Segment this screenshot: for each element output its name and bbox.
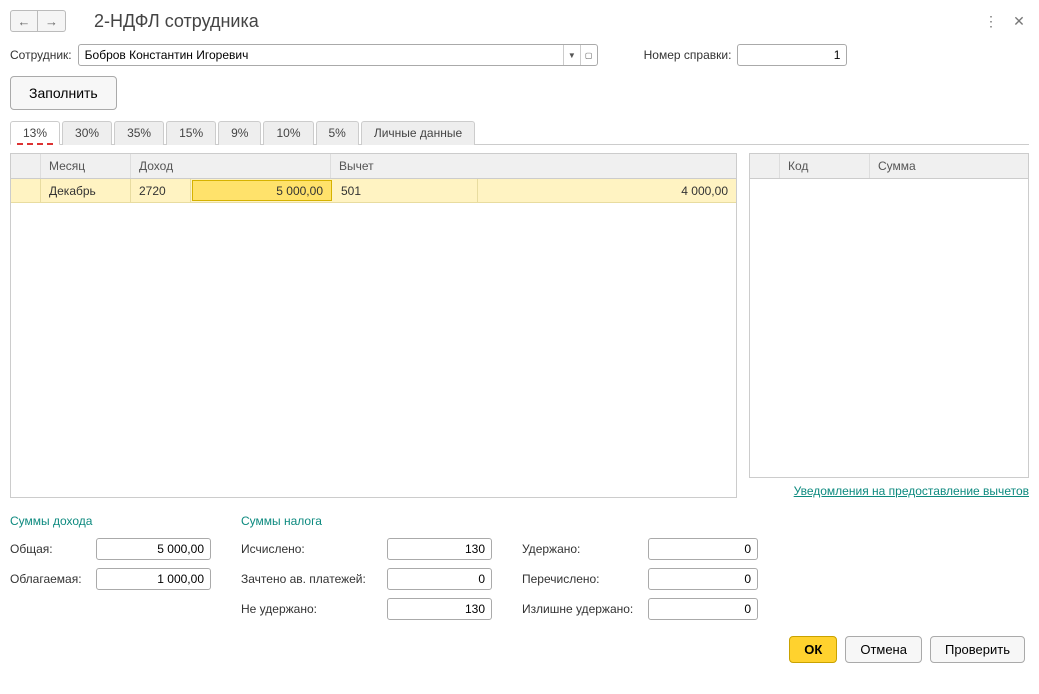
calculated-input[interactable] xyxy=(387,538,492,560)
notifications-link[interactable]: Уведомления на предоставление вычетов xyxy=(749,478,1029,498)
grid-row[interactable]: Декабрь 2720 5 000,00 501 4 000,00 xyxy=(11,179,736,203)
cell-income-amount[interactable]: 5 000,00 xyxy=(192,180,332,201)
not-withheld-label: Не удержано: xyxy=(241,602,381,616)
cell-deduct-amount[interactable]: 4 000,00 xyxy=(478,179,736,202)
income-sums-title: Суммы дохода xyxy=(10,514,211,528)
grid-gutter-header xyxy=(11,154,41,178)
page-title: 2-НДФЛ сотрудника xyxy=(94,11,973,32)
side-gutter-header xyxy=(750,154,780,178)
dropdown-icon[interactable]: ▼ xyxy=(563,45,580,65)
transferred-label: Перечислено: xyxy=(522,572,642,586)
grid-header-month: Месяц xyxy=(41,154,131,178)
total-label: Общая: xyxy=(10,542,90,556)
ok-button[interactable]: ОК xyxy=(789,636,837,663)
employee-label: Сотрудник: xyxy=(10,48,72,62)
row-gutter xyxy=(11,179,41,202)
side-header-code: Код xyxy=(780,154,870,178)
more-icon[interactable]: ⋮ xyxy=(981,11,1001,31)
cell-deduct-code[interactable]: 501 xyxy=(333,179,478,202)
tab-35[interactable]: 35% xyxy=(114,121,164,145)
excess-label: Излишне удержано: xyxy=(522,602,642,616)
grid-header-income: Доход xyxy=(131,154,331,178)
tab-10[interactable]: 10% xyxy=(263,121,313,145)
tab-personal[interactable]: Личные данные xyxy=(361,121,475,145)
tabs: 13% 30% 35% 15% 9% 10% 5% Личные данные xyxy=(10,120,1029,145)
ref-number-input[interactable] xyxy=(737,44,847,66)
open-icon[interactable]: ▢ xyxy=(580,45,597,65)
tab-30[interactable]: 30% xyxy=(62,121,112,145)
tab-5[interactable]: 5% xyxy=(316,121,359,145)
taxable-input[interactable] xyxy=(96,568,211,590)
deductions-grid[interactable]: Код Сумма xyxy=(749,153,1029,478)
employee-combo[interactable]: ▼ ▢ xyxy=(78,44,598,66)
cell-income-code[interactable]: 2720 xyxy=(131,179,191,202)
calculated-label: Исчислено: xyxy=(241,542,381,556)
ref-number-label: Номер справки: xyxy=(644,48,732,62)
cancel-button[interactable]: Отмена xyxy=(845,636,922,663)
transferred-input[interactable] xyxy=(648,568,758,590)
cell-month[interactable]: Декабрь xyxy=(41,179,131,202)
spacer-title xyxy=(522,514,758,528)
advance-input[interactable] xyxy=(387,568,492,590)
nav-forward-button[interactable]: → xyxy=(38,10,66,32)
withheld-label: Удержано: xyxy=(522,542,642,556)
close-icon[interactable]: ✕ xyxy=(1009,11,1029,31)
tab-13[interactable]: 13% xyxy=(10,121,60,145)
side-header-sum: Сумма xyxy=(870,154,1028,178)
not-withheld-input[interactable] xyxy=(387,598,492,620)
withheld-input[interactable] xyxy=(648,538,758,560)
excess-input[interactable] xyxy=(648,598,758,620)
tab-9[interactable]: 9% xyxy=(218,121,261,145)
nav-back-button[interactable]: ← xyxy=(10,10,38,32)
total-input[interactable] xyxy=(96,538,211,560)
income-grid[interactable]: Месяц Доход Вычет Декабрь 2720 5 000,00 … xyxy=(10,153,737,498)
fill-button[interactable]: Заполнить xyxy=(10,76,117,110)
check-button[interactable]: Проверить xyxy=(930,636,1025,663)
tab-15[interactable]: 15% xyxy=(166,121,216,145)
advance-label: Зачтено ав. платежей: xyxy=(241,572,381,586)
taxable-label: Облагаемая: xyxy=(10,572,90,586)
tax-sums-title: Суммы налога xyxy=(241,514,492,528)
grid-header-deduction: Вычет xyxy=(331,154,736,178)
employee-input[interactable] xyxy=(79,45,563,65)
